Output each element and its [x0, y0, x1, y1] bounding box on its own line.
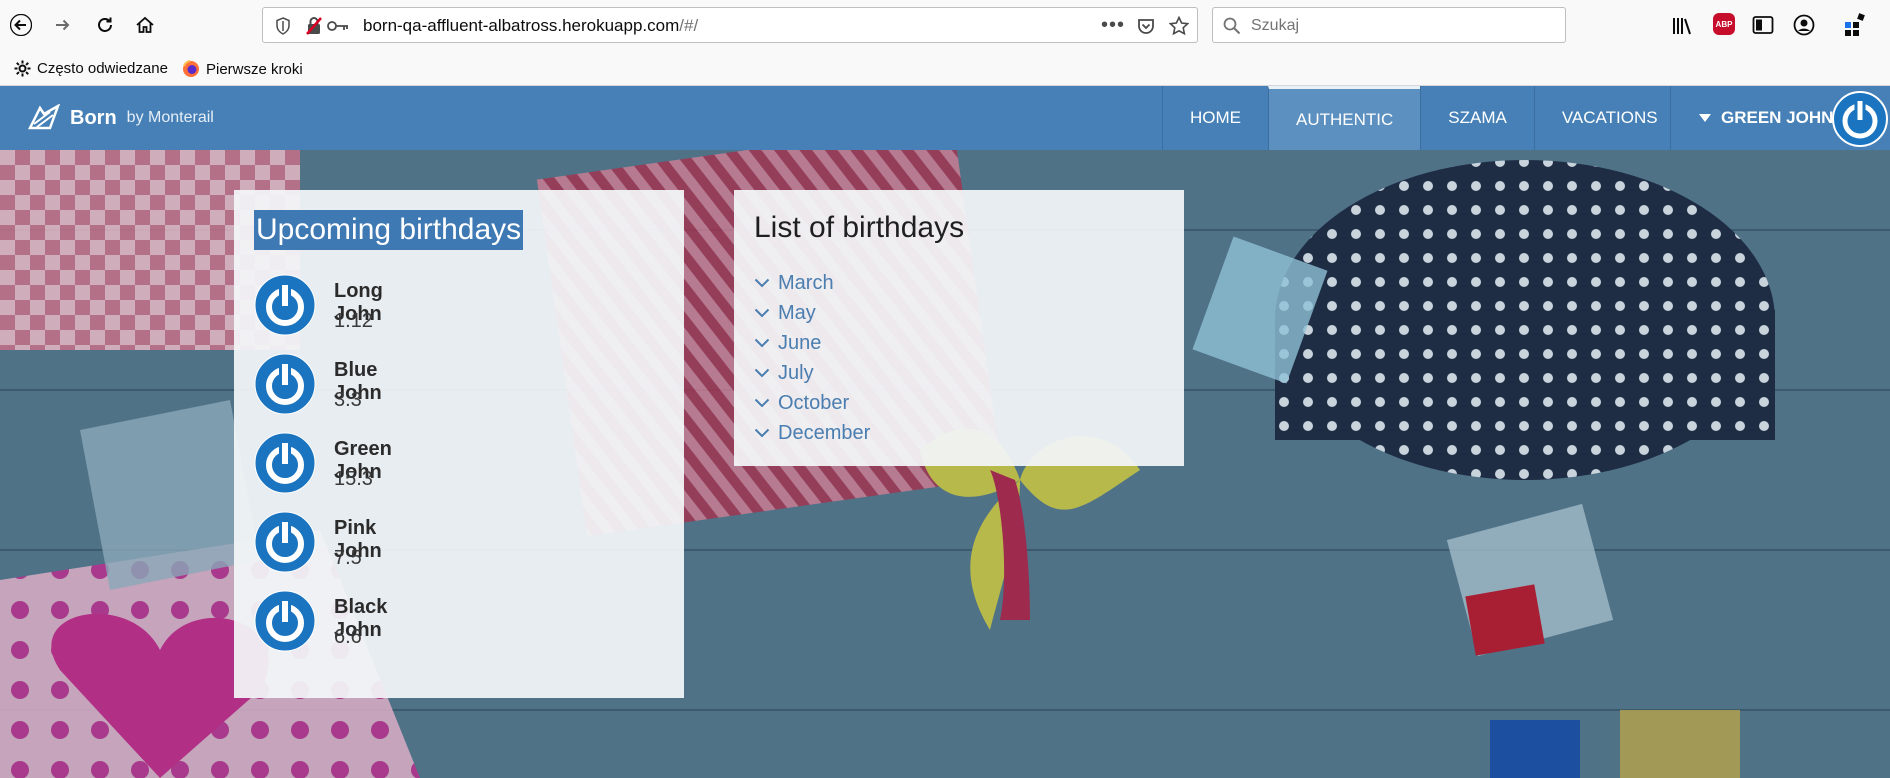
main-nav: HOME AUTHENTIC SZAMA VACATIONS: [1162, 86, 1685, 150]
back-arrow-icon: [10, 14, 32, 36]
page-actions-menu-icon[interactable]: •••: [1101, 14, 1125, 37]
caret-down-icon: [1699, 114, 1711, 122]
month-toggle-december[interactable]: December: [754, 418, 870, 448]
url-text[interactable]: born-qa-affluent-albatross.herokuapp.com…: [363, 16, 698, 36]
extensions-icon[interactable]: [1843, 13, 1867, 37]
birthday-date: 7.5: [334, 547, 362, 569]
month-label: June: [778, 331, 822, 354]
search-placeholder: Szukaj: [1251, 17, 1300, 34]
month-label: March: [778, 271, 834, 294]
pocket-icon[interactable]: [1137, 17, 1155, 35]
month-label: December: [778, 421, 871, 444]
month-toggle-march[interactable]: March: [754, 268, 870, 298]
forward-arrow-icon: [56, 19, 70, 31]
bookmark-label: Często odwiedzane: [37, 60, 168, 77]
account-icon[interactable]: [1793, 14, 1815, 36]
month-label: May: [778, 301, 816, 324]
brand-name: Born: [70, 106, 117, 129]
avatar-icon: [254, 274, 316, 336]
list-of-birthdays-card: List of birthdays March May June July Oc…: [734, 190, 1184, 466]
avatar-icon: [254, 511, 316, 573]
library-icon[interactable]: [1672, 16, 1694, 36]
adblock-icon[interactable]: ABP: [1713, 13, 1735, 35]
chevron-down-icon: [754, 428, 770, 438]
birthday-date: 15.3: [334, 468, 373, 490]
upcoming-birthdays-card: Upcoming birthdays Long John 1.12 Blue J…: [234, 190, 684, 698]
user-avatar-icon[interactable]: [1832, 91, 1888, 147]
birthday-date: 6.6: [334, 626, 362, 648]
bookmark-label: Pierwsze kroki: [206, 60, 303, 78]
birthday-date: 1.12: [334, 310, 373, 332]
search-bar[interactable]: Szukaj: [1212, 7, 1566, 43]
month-toggle-october[interactable]: October: [754, 388, 870, 418]
avatar-icon: [254, 590, 316, 652]
avatar-icon: [254, 432, 316, 494]
chevron-down-icon: [754, 368, 770, 378]
chevron-down-icon: [754, 338, 770, 348]
home-button[interactable]: [128, 8, 162, 42]
bookmark-item-most-visited[interactable]: Często odwiedzane: [14, 60, 168, 77]
bookmark-star-icon[interactable]: [1169, 16, 1189, 36]
reload-icon: [98, 17, 112, 32]
forward-button[interactable]: [46, 8, 80, 42]
url-path: /#/: [679, 16, 699, 35]
month-label: July: [778, 361, 814, 384]
home-icon: [136, 16, 154, 33]
firefox-icon: [183, 60, 199, 77]
month-label: October: [778, 391, 850, 414]
key-icon: [327, 21, 348, 31]
user-name: GREEN JOHN: [1721, 108, 1834, 127]
chevron-down-icon: [754, 398, 770, 408]
month-toggle-june[interactable]: June: [754, 328, 870, 358]
nav-item-szama[interactable]: SZAMA: [1420, 86, 1534, 150]
bookmark-item-getting-started[interactable]: Pierwsze kroki: [182, 60, 303, 78]
nav-item-home[interactable]: HOME: [1162, 86, 1268, 150]
bookmarks-toolbar: Często odwiedzane Pierwsze kroki: [0, 52, 1890, 86]
shield-icon: [276, 17, 290, 35]
search-icon: [1223, 17, 1241, 35]
born-logo-icon: [28, 104, 60, 130]
brand-logo-link[interactable]: Born by Monterail: [28, 104, 214, 132]
list-of-birthdays-title: List of birthdays: [754, 211, 965, 244]
brand-by: by Monterail: [126, 109, 214, 126]
nav-item-vacations[interactable]: VACATIONS: [1533, 86, 1685, 150]
chevron-down-icon: [754, 308, 770, 318]
nav-item-authentic[interactable]: AUTHENTIC: [1268, 86, 1421, 150]
reader-sidebar-icon[interactable]: [1752, 15, 1774, 35]
upcoming-birthdays-title: Upcoming birthdays: [254, 210, 524, 250]
url-host: born-qa-affluent-albatross.herokuapp.com: [363, 16, 680, 35]
birthday-date: 3.3: [334, 389, 362, 411]
insecure-lock-icon: [306, 17, 322, 35]
back-button[interactable]: [4, 8, 38, 42]
month-list: March May June July October December: [754, 268, 870, 448]
gear-icon: [14, 60, 31, 77]
avatar-icon: [254, 353, 316, 415]
url-bar[interactable]: born-qa-affluent-albatross.herokuapp.com…: [262, 7, 1198, 43]
month-toggle-may[interactable]: May: [754, 298, 870, 328]
browser-toolbar: born-qa-affluent-albatross.herokuapp.com…: [0, 0, 1890, 52]
app-header: Born by Monterail HOME AUTHENTIC SZAMA V…: [0, 86, 1890, 150]
chevron-down-icon: [754, 278, 770, 288]
month-toggle-july[interactable]: July: [754, 358, 870, 388]
reload-button[interactable]: [88, 8, 122, 42]
